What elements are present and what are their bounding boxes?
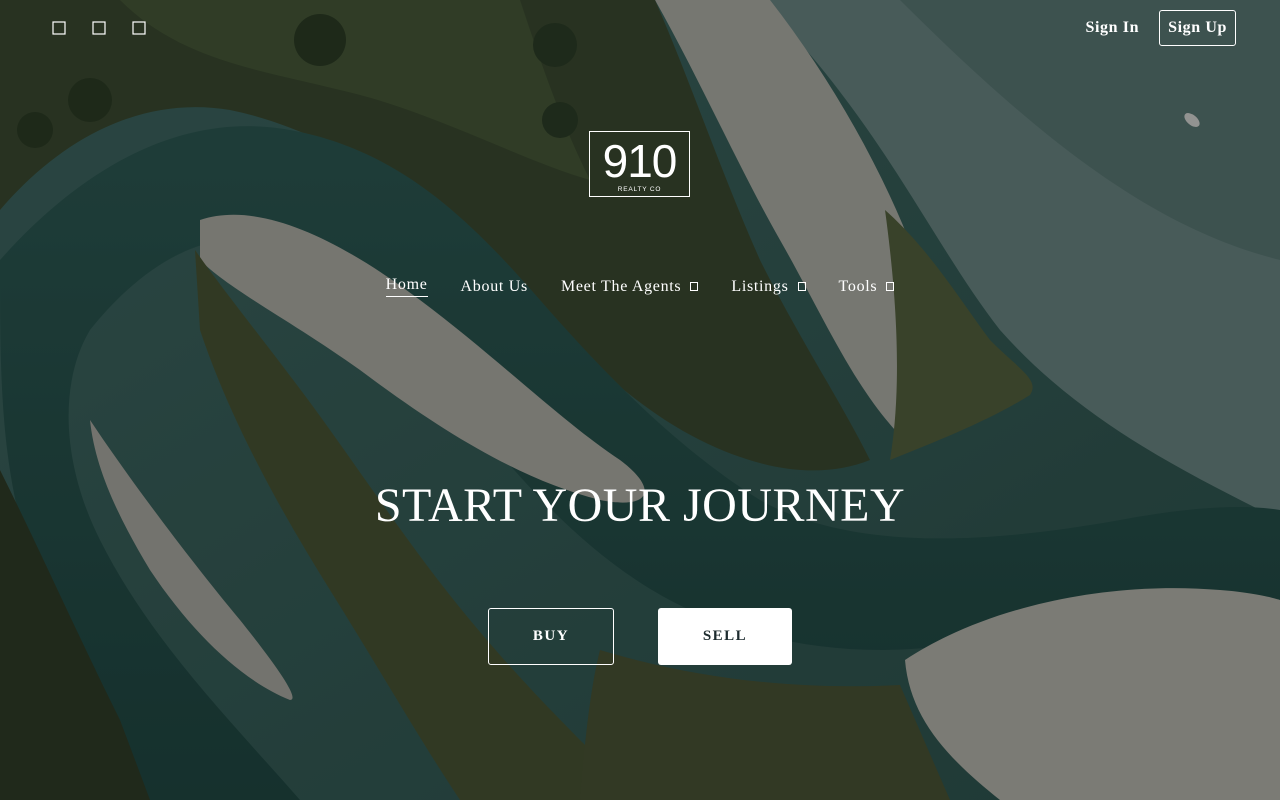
nav-item-about-us[interactable]: About Us (461, 276, 528, 301)
nav-item-label: Meet The Agents (560, 277, 682, 295)
nav-item-label: Tools (838, 277, 878, 295)
linkedin-icon[interactable] (132, 21, 146, 35)
hero-section: Sign In Sign Up 910 REALTY CO Home About… (0, 0, 1280, 800)
buy-button[interactable]: BUY (488, 608, 614, 665)
dark-overlay (0, 0, 1280, 800)
nav-item-listings[interactable]: Listings (731, 276, 806, 301)
facebook-icon[interactable] (52, 21, 66, 35)
chevron-down-icon (886, 282, 895, 291)
chevron-down-icon (690, 282, 699, 291)
nav-item-tools[interactable]: Tools (839, 276, 895, 301)
sign-up-button[interactable]: Sign Up (1159, 10, 1236, 46)
site-logo[interactable]: 910 REALTY CO (589, 131, 690, 197)
nav-item-label: Listings (731, 277, 789, 295)
nav-item-label: Home (385, 276, 428, 297)
cta-buttons: BUY SELL (0, 608, 1280, 665)
logo-number: 910 (602, 135, 678, 187)
sell-button[interactable]: SELL (658, 608, 792, 665)
nav-item-home[interactable]: Home (385, 276, 428, 301)
chevron-down-icon (797, 282, 806, 291)
nav-item-meet-the-agents[interactable]: Meet The Agents (560, 276, 699, 301)
nav-item-label: About Us (460, 277, 528, 295)
social-links (52, 21, 146, 35)
instagram-icon[interactable] (92, 21, 106, 35)
auth-links: Sign In Sign Up (1086, 10, 1236, 46)
main-nav: Home About Us Meet The Agents Listings T… (0, 276, 1280, 301)
sign-in-link[interactable]: Sign In (1086, 19, 1140, 37)
logo-subtitle: REALTY CO (617, 186, 662, 193)
hero-headline: START YOUR JOURNEY (374, 479, 906, 532)
